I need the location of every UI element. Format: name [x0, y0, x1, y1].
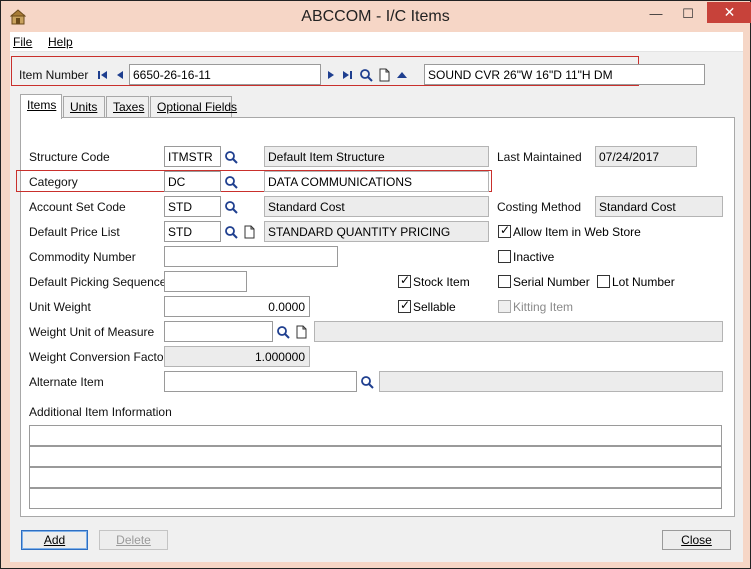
check-mark-icon: ✓: [500, 223, 511, 237]
tab-optional-fields-label: Optional Fields: [157, 100, 238, 114]
costing-method-label: Costing Method: [497, 200, 582, 214]
default-price-list-input[interactable]: STD: [164, 221, 221, 242]
allow-web-store-label: Allow Item in Web Store: [513, 225, 641, 239]
weight-uom-new-document-icon[interactable]: [294, 325, 308, 339]
unit-weight-input[interactable]: 0.0000: [164, 296, 310, 317]
kitting-item-label: Kitting Item: [513, 300, 574, 314]
tab-items-label: Items: [27, 98, 57, 112]
item-finder-icon[interactable]: [359, 68, 373, 82]
additional-info-line[interactable]: [29, 446, 722, 467]
window-title: ABCCOM - I/C Items: [301, 8, 450, 25]
category-input[interactable]: DC: [164, 171, 221, 192]
additional-info-line[interactable]: [29, 488, 722, 509]
allow-web-store-checkbox[interactable]: ✓: [498, 223, 511, 238]
delete-button-label: Delete: [116, 533, 151, 547]
close-button-label: Close: [681, 533, 712, 547]
new-document-icon[interactable]: [377, 68, 391, 82]
account-set-code-input[interactable]: STD: [164, 196, 221, 217]
client-area: File Help Item Number 6650-26-16-11 SOUN…: [10, 32, 743, 562]
delete-button: Delete: [99, 530, 168, 550]
last-maintained-label: Last Maintained: [497, 150, 582, 164]
item-number-label: Item Number: [19, 68, 89, 82]
tab-units[interactable]: Units: [63, 96, 105, 118]
weight-uom-label: Weight Unit of Measure: [29, 325, 155, 339]
structure-code-description: Default Item Structure: [264, 146, 489, 167]
unit-weight-label: Unit Weight: [29, 300, 91, 314]
close-button[interactable]: Close: [662, 530, 731, 550]
account-set-description: Standard Cost: [264, 196, 489, 217]
weight-uom-description: [314, 321, 723, 342]
minimize-button[interactable]: —: [642, 4, 670, 24]
alternate-item-input[interactable]: [164, 371, 357, 392]
alternate-item-finder-icon[interactable]: [360, 375, 374, 389]
stock-item-checkbox[interactable]: ✓: [398, 273, 411, 288]
default-picking-sequence-input[interactable]: [164, 271, 247, 292]
items-tab-panel: Structure Code ITMSTR Default Item Struc…: [16, 117, 735, 517]
price-list-finder-icon[interactable]: [224, 225, 238, 239]
menu-help-label: Help: [48, 35, 73, 49]
add-button-label: Add: [43, 533, 66, 547]
kitting-item-checkbox: [498, 300, 511, 313]
category-label: Category: [29, 175, 78, 189]
previous-record-icon[interactable]: [113, 68, 127, 82]
weight-uom-finder-icon[interactable]: [276, 325, 290, 339]
commodity-number-label: Commodity Number: [29, 250, 136, 264]
first-record-icon[interactable]: [96, 68, 110, 82]
price-list-new-document-icon[interactable]: [242, 225, 256, 239]
tab-taxes[interactable]: Taxes: [106, 96, 149, 118]
menu-help[interactable]: Help: [48, 35, 73, 49]
structure-code-input[interactable]: ITMSTR: [164, 146, 221, 167]
title-bar[interactable]: ABCCOM - I/C Items — ☐ ✕: [2, 2, 751, 32]
tab-units-label: Units: [70, 100, 98, 114]
lot-number-checkbox[interactable]: [597, 275, 610, 288]
inactive-checkbox[interactable]: [498, 250, 511, 263]
default-picking-sequence-label: Default Picking Sequence: [29, 275, 167, 289]
tab-optional-fields[interactable]: Optional Fields: [150, 96, 237, 118]
weight-conversion-factor-label: Weight Conversion Factor: [29, 350, 168, 364]
additional-info-label: Additional Item Information: [29, 405, 172, 419]
last-record-icon[interactable]: [340, 68, 354, 82]
price-list-description: STANDARD QUANTITY PRICING: [264, 221, 489, 242]
next-record-icon[interactable]: [324, 68, 338, 82]
additional-info-line[interactable]: [29, 425, 722, 446]
commodity-number-input[interactable]: [164, 246, 338, 267]
lot-number-label: Lot Number: [612, 275, 675, 289]
tab-items[interactable]: Items: [20, 94, 62, 119]
menu-file[interactable]: File: [13, 35, 32, 49]
serial-number-checkbox[interactable]: [498, 275, 511, 288]
sellable-label: Sellable: [413, 300, 456, 314]
stock-item-label: Stock Item: [413, 275, 470, 289]
structure-code-label: Structure Code: [29, 150, 110, 164]
close-window-button[interactable]: ✕: [707, 2, 751, 23]
app-window: ABCCOM - I/C Items — ☐ ✕ File Help Item …: [0, 0, 751, 569]
alternate-item-label: Alternate Item: [29, 375, 104, 389]
weight-uom-input[interactable]: [164, 321, 273, 342]
alternate-item-description: [379, 371, 723, 392]
category-description: DATA COMMUNICATIONS: [264, 171, 489, 192]
additional-info-line[interactable]: [29, 467, 722, 488]
last-maintained-field: 07/24/2017: [595, 146, 697, 167]
sellable-checkbox[interactable]: ✓: [398, 298, 411, 313]
maximize-button[interactable]: ☐: [674, 4, 702, 24]
zoom-up-icon[interactable]: [395, 68, 409, 82]
weight-conversion-factor-field: 1.000000: [164, 346, 310, 367]
check-mark-icon: ✓: [400, 298, 411, 312]
account-set-code-label: Account Set Code: [29, 200, 126, 214]
check-mark-icon: ✓: [400, 273, 411, 287]
category-finder-icon[interactable]: [224, 175, 238, 189]
tab-taxes-label: Taxes: [113, 100, 145, 114]
default-price-list-label: Default Price List: [29, 225, 120, 239]
structure-code-finder-icon[interactable]: [224, 150, 238, 164]
item-description-field[interactable]: SOUND CVR 26"W 16"D 11"H DM: [424, 64, 705, 85]
account-set-finder-icon[interactable]: [224, 200, 238, 214]
add-button[interactable]: Add: [21, 530, 88, 550]
serial-number-label: Serial Number: [513, 275, 590, 289]
costing-method-field: Standard Cost: [595, 196, 723, 217]
inactive-label: Inactive: [513, 250, 555, 264]
menu-bar: File Help: [10, 32, 743, 52]
item-number-input[interactable]: 6650-26-16-11: [129, 64, 321, 85]
menu-file-label: File: [13, 35, 33, 49]
